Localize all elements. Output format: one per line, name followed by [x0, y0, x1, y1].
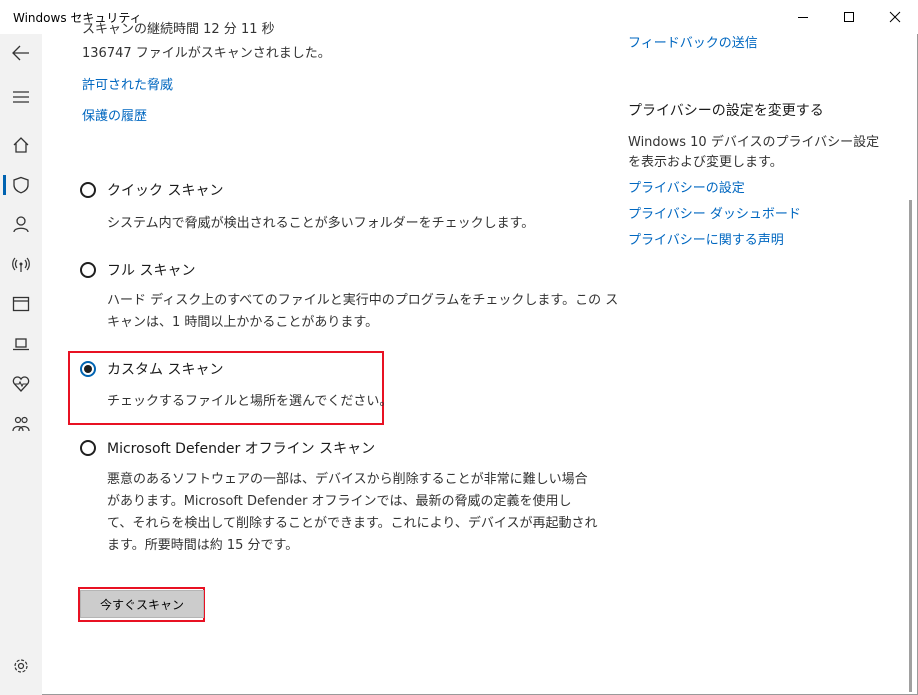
nav-account-protection[interactable]	[0, 206, 42, 242]
files-scanned-text: 136747 ファイルがスキャンされました。	[82, 46, 331, 61]
custom-scan-option[interactable]: カスタム スキャン	[80, 359, 223, 379]
maximize-button[interactable]	[826, 0, 872, 34]
privacy-heading: プライバシーの設定を変更する	[628, 103, 824, 119]
main-content: スキャンの継続時間 12 分 11 秒 136747 ファイルがスキャンされまし…	[42, 22, 918, 695]
sidebar	[0, 34, 42, 695]
full-scan-label: フル スキャン	[107, 263, 196, 279]
nav-home[interactable]	[0, 127, 42, 163]
protection-history-link[interactable]: 保護の履歴	[82, 107, 147, 127]
active-indicator	[3, 175, 6, 195]
allowed-threats-link[interactable]: 許可された脅威	[82, 76, 173, 96]
privacy-statement-link[interactable]: プライバシーに関する声明	[628, 231, 784, 251]
minimize-button[interactable]	[780, 0, 826, 34]
quick-scan-radio[interactable]	[80, 182, 96, 198]
nav-virus-protection[interactable]	[0, 167, 42, 203]
close-icon	[889, 11, 901, 23]
privacy-text-line1: Windows 10 デバイスのプライバシー設定	[628, 135, 880, 150]
offline-scan-label: Microsoft Defender オフライン スキャン	[107, 441, 376, 457]
full-scan-description: ハード ディスク上のすべてのファイルと実行中のプログラムをチェックします。この …	[107, 293, 619, 330]
privacy-text-line2: を表示および変更します。	[628, 155, 783, 170]
nav-firewall[interactable]	[0, 246, 42, 282]
back-arrow-icon	[12, 45, 29, 61]
quick-scan-description: システム内で脅威が検出されることが多いフォルダーをチェックします。	[107, 216, 535, 231]
custom-scan-label: カスタム スキャン	[107, 362, 224, 378]
full-scan-option[interactable]: フル スキャン	[80, 260, 195, 280]
feedback-link[interactable]: フィードバックの送信	[628, 34, 758, 54]
privacy-settings-link[interactable]: プライバシーの設定	[628, 179, 745, 199]
back-button[interactable]	[0, 35, 42, 71]
quick-scan-option[interactable]: クイック スキャン	[80, 180, 223, 200]
quick-scan-label: クイック スキャン	[107, 183, 224, 199]
shield-icon	[13, 176, 29, 194]
vertical-scrollbar[interactable]	[909, 200, 912, 692]
heart-icon	[12, 376, 30, 392]
maximize-icon	[844, 12, 854, 22]
app-browser-icon	[12, 296, 30, 312]
menu-button[interactable]	[0, 79, 42, 115]
person-icon	[13, 216, 29, 233]
full-scan-radio[interactable]	[80, 262, 96, 278]
family-icon	[12, 416, 30, 432]
settings-gear-icon	[14, 659, 28, 673]
offline-scan-radio[interactable]	[80, 440, 96, 456]
custom-scan-radio[interactable]	[80, 361, 96, 377]
home-icon	[13, 137, 29, 153]
hamburger-menu-icon	[13, 91, 29, 103]
scan-now-button[interactable]: 今すぐスキャン	[80, 590, 204, 618]
nav-device-health[interactable]	[0, 366, 42, 402]
scan-duration-text: スキャンの継続時間 12 分 11 秒	[82, 22, 275, 37]
offline-scan-option[interactable]: Microsoft Defender オフライン スキャン	[80, 438, 375, 458]
custom-scan-description: チェックするファイルと場所を選んでください。	[107, 394, 393, 409]
nav-settings[interactable]	[0, 648, 42, 684]
laptop-icon	[13, 338, 29, 351]
nav-app-browser[interactable]	[0, 286, 42, 322]
offline-scan-description: 悪意のあるソフトウェアの一部は、デバイスから削除することが非常に難しい場合 があ…	[107, 472, 598, 553]
minimize-icon	[798, 17, 808, 18]
wireless-icon	[12, 257, 30, 272]
privacy-dashboard-link[interactable]: プライバシー ダッシュボード	[628, 205, 801, 225]
close-button[interactable]	[872, 0, 918, 34]
nav-family-options[interactable]	[0, 406, 42, 442]
radio-selected-dot	[84, 365, 92, 373]
nav-device-security[interactable]	[0, 326, 42, 362]
